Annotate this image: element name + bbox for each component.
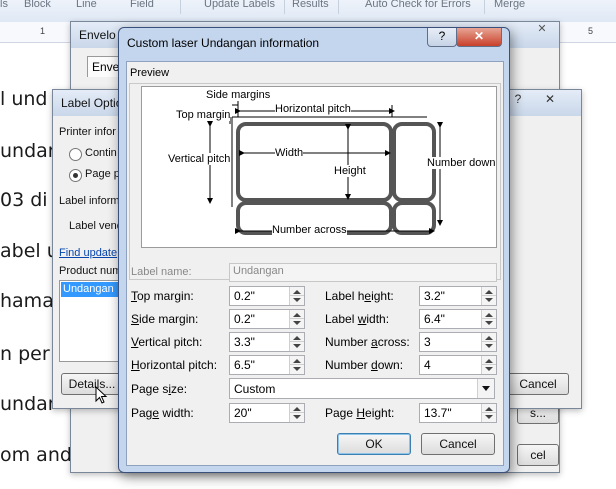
spinner-arrows-icon[interactable] — [481, 356, 496, 374]
ribbon-item-line[interactable]: Line — [76, 0, 97, 10]
product-number-list[interactable]: Undangan — [59, 280, 121, 362]
number-down-label: Number down: — [325, 358, 404, 372]
details-button[interactable]: Details... — [61, 373, 123, 395]
ribbon-item-block[interactable]: Block — [24, 0, 51, 10]
page-height-spinner[interactable]: 13.7" — [419, 403, 497, 423]
diagram-side-margins: Side margins — [206, 89, 271, 101]
label-info-label: Label inform — [59, 195, 120, 207]
label-width-spinner[interactable]: 6.4" — [419, 309, 497, 329]
label-height-spinner[interactable]: 3.2" — [419, 286, 497, 306]
mouse-cursor-icon — [95, 386, 108, 404]
diagram-top-margin: Top margin — [176, 109, 231, 121]
ribbon-item-update-labels[interactable]: Update Labels — [204, 0, 275, 10]
spinner-arrows-icon[interactable] — [481, 404, 496, 422]
ruler-number: 5 — [588, 26, 594, 36]
diagram-horizontal-pitch: Horizontal pitch — [275, 103, 351, 115]
page-size-select[interactable]: Custom — [229, 378, 495, 399]
radio-page-printers[interactable] — [69, 169, 82, 182]
radio-continuous-label: Contin — [85, 147, 117, 159]
preview-label: Preview — [130, 67, 170, 79]
doc-line: n per — [0, 343, 50, 365]
top-margin-spinner[interactable]: 0.2" — [229, 286, 305, 306]
spinner-arrows-icon[interactable] — [289, 333, 304, 351]
diagram-number-down: Number down — [427, 157, 496, 169]
label-width-label: Label width: — [325, 312, 390, 326]
number-across-label: Number across: — [325, 335, 410, 349]
diagram-width: Width — [275, 147, 304, 159]
doc-line: abel u — [0, 240, 59, 262]
spinner-arrows-icon[interactable] — [289, 404, 304, 422]
vertical-pitch-spinner[interactable]: 3.3" — [229, 332, 305, 352]
label-height-label: Label height: — [325, 289, 394, 303]
close-icon[interactable]: ✕ — [456, 28, 502, 47]
page-width-spinner[interactable]: 20" — [229, 403, 305, 423]
spinner-arrows-icon[interactable] — [481, 310, 496, 328]
ribbon-separator — [180, 0, 181, 14]
side-margin-label: Side margin: — [131, 312, 199, 326]
doc-line: 03 di — [0, 189, 48, 211]
envelopes-dialog-title: Envelo — [79, 28, 116, 42]
doc-line: hama — [0, 290, 54, 312]
ribbon-item[interactable]: ls — [0, 0, 8, 10]
dialog-title: Custom laser Undangan information — [127, 36, 320, 50]
radio-continuous[interactable] — [69, 148, 82, 161]
doc-line: undar — [0, 393, 56, 415]
label-name-field: Undangan — [229, 263, 497, 282]
help-icon[interactable]: ? — [427, 28, 457, 47]
custom-label-dialog: Custom laser Undangan information ? ✕ Pr… — [118, 27, 510, 473]
spinner-arrows-icon[interactable] — [481, 287, 496, 305]
ribbon-item-field[interactable]: Field — [130, 0, 154, 10]
page-width-label: Page width: — [131, 406, 194, 420]
product-list-item-selected[interactable]: Undangan — [61, 282, 119, 297]
radio-page-label: Page p — [85, 168, 120, 180]
label-options-title: Label Optio — [61, 96, 123, 110]
vertical-pitch-label: Vertical pitch: — [131, 335, 203, 349]
ribbon-separator — [484, 0, 485, 14]
top-margin-label: Top margin: — [131, 289, 194, 303]
cancel-button[interactable]: Cancel — [421, 433, 495, 455]
preview-diagram: Side margins Top margin Horizontal pitch… — [141, 86, 497, 248]
printer-info-label: Printer infor — [59, 126, 116, 138]
find-updates-link[interactable]: Find update — [59, 247, 117, 259]
spinner-arrows-icon[interactable] — [289, 310, 304, 328]
ribbon-item-results[interactable]: Results — [292, 0, 329, 10]
product-number-label: Product num — [59, 265, 122, 277]
close-icon[interactable]: ✕ — [539, 92, 561, 108]
diagram-height: Height — [334, 165, 366, 177]
number-across-spinner[interactable]: 3 — [419, 332, 497, 352]
ribbon-separator — [338, 0, 339, 14]
ribbon-item-auto-check[interactable]: Auto Check for Errors — [365, 0, 471, 10]
ruler-number: 1 — [40, 26, 46, 36]
diagram-number-across: Number across — [272, 224, 347, 236]
page-size-label: Page size: — [131, 382, 188, 396]
side-margin-spinner[interactable]: 0.2" — [229, 309, 305, 329]
chevron-down-icon[interactable] — [477, 379, 494, 398]
label-options-cancel-button[interactable]: Cancel — [507, 373, 569, 395]
horizontal-pitch-spinner[interactable]: 6.5" — [229, 355, 305, 375]
spinner-arrows-icon[interactable] — [289, 356, 304, 374]
ok-button[interactable]: OK — [337, 433, 411, 455]
doc-line: l und — [0, 88, 48, 110]
ribbon: ls Block Line Field Update Labels Result… — [0, 0, 616, 23]
ribbon-item-merge[interactable]: Merge — [494, 0, 525, 10]
help-icon[interactable]: ? — [507, 92, 529, 108]
spinner-arrows-icon[interactable] — [289, 287, 304, 305]
close-icon[interactable]: ✕ — [531, 22, 553, 38]
label-name-label: Label name: — [131, 266, 192, 278]
doc-line: undar — [0, 140, 56, 162]
envelope-cancel-button[interactable]: cel — [517, 444, 559, 466]
diagram-vertical-pitch: Vertical pitch — [168, 153, 231, 165]
label-vendors-label: Label vend — [69, 220, 123, 232]
spinner-arrows-icon[interactable] — [481, 333, 496, 351]
horizontal-pitch-label: Horizontal pitch: — [131, 358, 218, 372]
page-height-label: Page Height: — [325, 406, 395, 420]
number-down-spinner[interactable]: 4 — [419, 355, 497, 375]
ribbon-separator — [284, 0, 285, 14]
